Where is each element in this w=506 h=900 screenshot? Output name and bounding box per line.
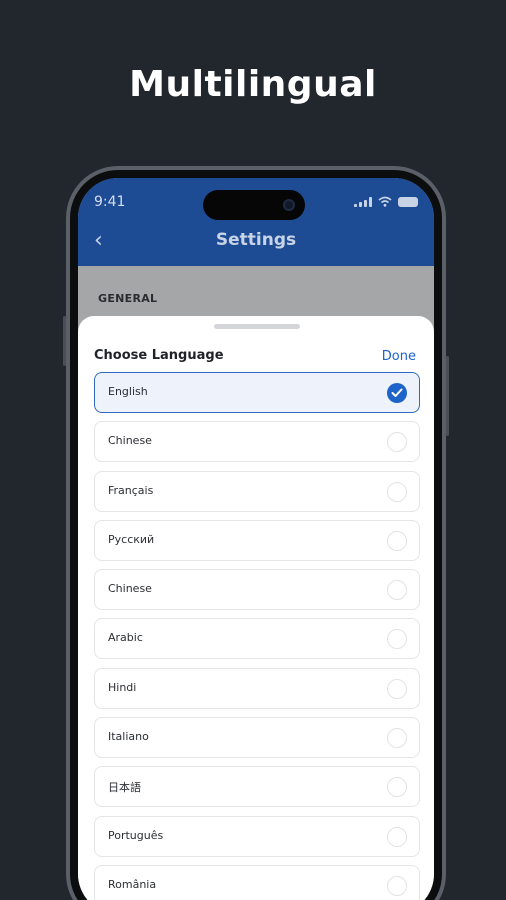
headline: Multilingual (129, 64, 377, 105)
radio-icon[interactable] (387, 629, 407, 650)
language-option[interactable]: 日本語 (94, 766, 420, 808)
radio-icon[interactable] (387, 481, 407, 502)
language-option[interactable]: Chinese (94, 421, 420, 463)
language-option-label: 日本語 (108, 781, 141, 795)
language-option[interactable]: Italiano (94, 717, 420, 759)
sheet-grabber[interactable] (214, 324, 300, 329)
language-option-label: English (108, 385, 148, 398)
language-option[interactable]: România (94, 864, 420, 900)
phone-bezel: 9:41 ‹ Settings GENERAL Choose Language … (70, 170, 442, 900)
language-option-label: Français (108, 483, 154, 497)
radio-icon[interactable] (387, 530, 407, 551)
done-button[interactable]: Done (382, 349, 416, 364)
phone-screen: 9:41 ‹ Settings GENERAL Choose Language … (78, 178, 434, 900)
language-option[interactable]: Arabic (94, 618, 420, 660)
phone-volume-button (63, 316, 66, 366)
sheet-title: Choose Language (94, 348, 224, 363)
checkmark-icon[interactable] (387, 383, 407, 403)
language-option-label: Chinese (108, 434, 152, 448)
language-option[interactable]: English (94, 372, 420, 413)
signal-icon (354, 196, 372, 207)
page-title: Settings (215, 230, 297, 250)
radio-icon[interactable] (387, 432, 407, 453)
radio-icon[interactable] (387, 875, 407, 896)
language-option-label: România (108, 877, 157, 891)
phone-frame: 9:41 ‹ Settings GENERAL Choose Language … (63, 166, 449, 900)
radio-icon[interactable] (387, 777, 407, 798)
battery-icon (398, 196, 418, 207)
language-option-label: Italiano (108, 730, 149, 744)
phone-side-button (446, 356, 449, 436)
section-label-general: GENERAL (98, 292, 158, 305)
language-option-label: Chinese (108, 582, 152, 596)
dynamic-island (203, 190, 305, 220)
language-sheet: Choose Language Done English Chinese Franç… (78, 316, 434, 900)
language-option-label: Hindi (108, 680, 137, 694)
header-bar: 9:41 ‹ Settings (78, 178, 434, 266)
language-option-label: Português (108, 828, 164, 842)
language-option[interactable]: Hindi (94, 667, 420, 709)
language-option[interactable]: Русский (94, 519, 420, 561)
language-option-label: Русский (108, 532, 155, 546)
language-option-label: Arabic (108, 631, 143, 645)
radio-icon[interactable] (387, 826, 407, 847)
language-list: English Chinese Français Русский Chinese Arab… (94, 372, 420, 900)
status-time: 9:41 (94, 194, 126, 210)
language-option[interactable]: Français (94, 470, 420, 512)
language-option[interactable]: Português (94, 815, 420, 857)
radio-icon[interactable] (387, 580, 407, 601)
language-option[interactable]: Chinese (94, 569, 420, 611)
wifi-icon (378, 196, 392, 207)
status-icons (354, 196, 418, 207)
radio-icon[interactable] (387, 678, 407, 699)
camera-icon (283, 199, 295, 211)
radio-icon[interactable] (387, 728, 407, 749)
